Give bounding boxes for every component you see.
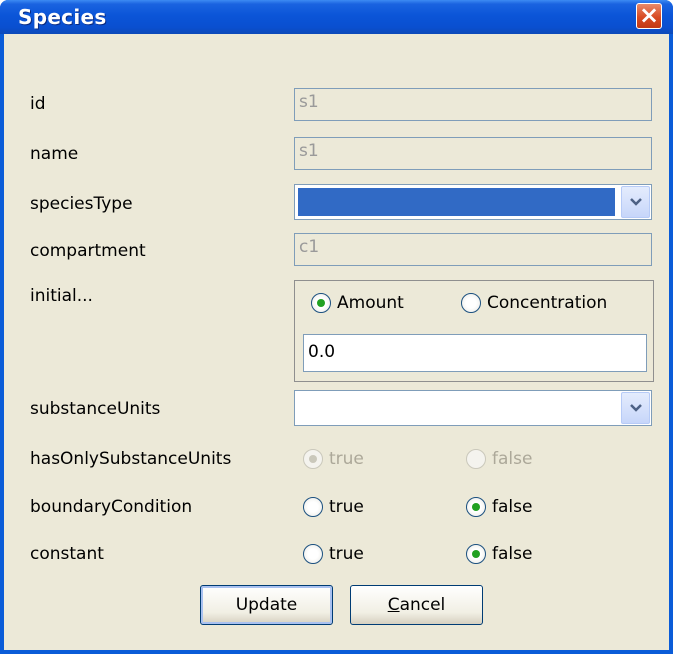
has-only-true-label: true <box>329 449 364 469</box>
cancel-button[interactable]: Cancel <box>350 585 483 625</box>
initial-concentration-radio[interactable]: Concentration <box>461 293 607 313</box>
compartment-field[interactable]: c1 <box>294 233 652 266</box>
cancel-mnemonic: C <box>387 595 400 615</box>
species-dialog: Species × id s1 name s1 speciesType comp… <box>0 0 673 654</box>
radio-icon <box>303 449 323 469</box>
radio-icon <box>311 293 331 313</box>
species-type-label: speciesType <box>30 194 133 214</box>
boundary-condition-true-radio[interactable]: true <box>303 497 364 517</box>
boundary-condition-false-radio[interactable]: false <box>466 497 532 517</box>
compartment-label: compartment <box>30 241 146 261</box>
constant-false-label: false <box>492 544 533 564</box>
has-only-substance-units-false-radio: false <box>466 449 532 469</box>
initial-amount-radio[interactable]: Amount <box>311 293 404 313</box>
title-bar[interactable]: Species × <box>0 0 673 34</box>
has-only-substance-units-label: hasOnlySubstanceUnits <box>30 449 232 469</box>
species-type-select[interactable] <box>294 184 652 220</box>
substance-units-dropdown-button[interactable] <box>621 392 650 424</box>
dialog-body: id s1 name s1 speciesType compartment c1… <box>4 34 669 650</box>
constant-label: constant <box>30 544 104 564</box>
constant-true-label: true <box>329 544 364 564</box>
radio-icon <box>461 293 481 313</box>
radio-icon <box>303 544 323 564</box>
chevron-down-icon <box>630 404 642 412</box>
radio-icon <box>303 497 323 517</box>
initial-concentration-label: Concentration <box>487 293 608 313</box>
boundary-true-label: true <box>329 497 364 517</box>
window-title: Species <box>18 5 107 29</box>
initial-label: initial... <box>30 286 93 306</box>
cancel-label: ancel <box>399 595 446 615</box>
constant-true-radio[interactable]: true <box>303 544 364 564</box>
has-only-false-label: false <box>492 449 533 469</box>
substance-units-select[interactable] <box>294 390 652 426</box>
initial-value-field[interactable]: 0.0 <box>303 334 647 372</box>
close-button[interactable]: × <box>636 1 662 29</box>
name-field[interactable]: s1 <box>294 137 652 170</box>
substance-units-label: substanceUnits <box>30 399 161 419</box>
species-type-selected-value <box>298 188 615 216</box>
chevron-down-icon <box>630 198 642 206</box>
radio-icon <box>466 497 486 517</box>
update-button[interactable]: Update <box>200 585 333 625</box>
initial-amount-label: Amount <box>337 293 404 313</box>
has-only-substance-units-true-radio: true <box>303 449 364 469</box>
initial-group: Amount Concentration 0.0 <box>294 280 654 382</box>
radio-icon <box>466 544 486 564</box>
close-icon: × <box>638 1 660 29</box>
constant-false-radio[interactable]: false <box>466 544 532 564</box>
id-label: id <box>30 94 46 114</box>
species-type-dropdown-button[interactable] <box>621 186 650 218</box>
boundary-false-label: false <box>492 497 533 517</box>
name-label: name <box>30 144 79 164</box>
id-field[interactable]: s1 <box>294 88 652 121</box>
boundary-condition-label: boundaryCondition <box>30 497 193 517</box>
radio-icon <box>466 449 486 469</box>
